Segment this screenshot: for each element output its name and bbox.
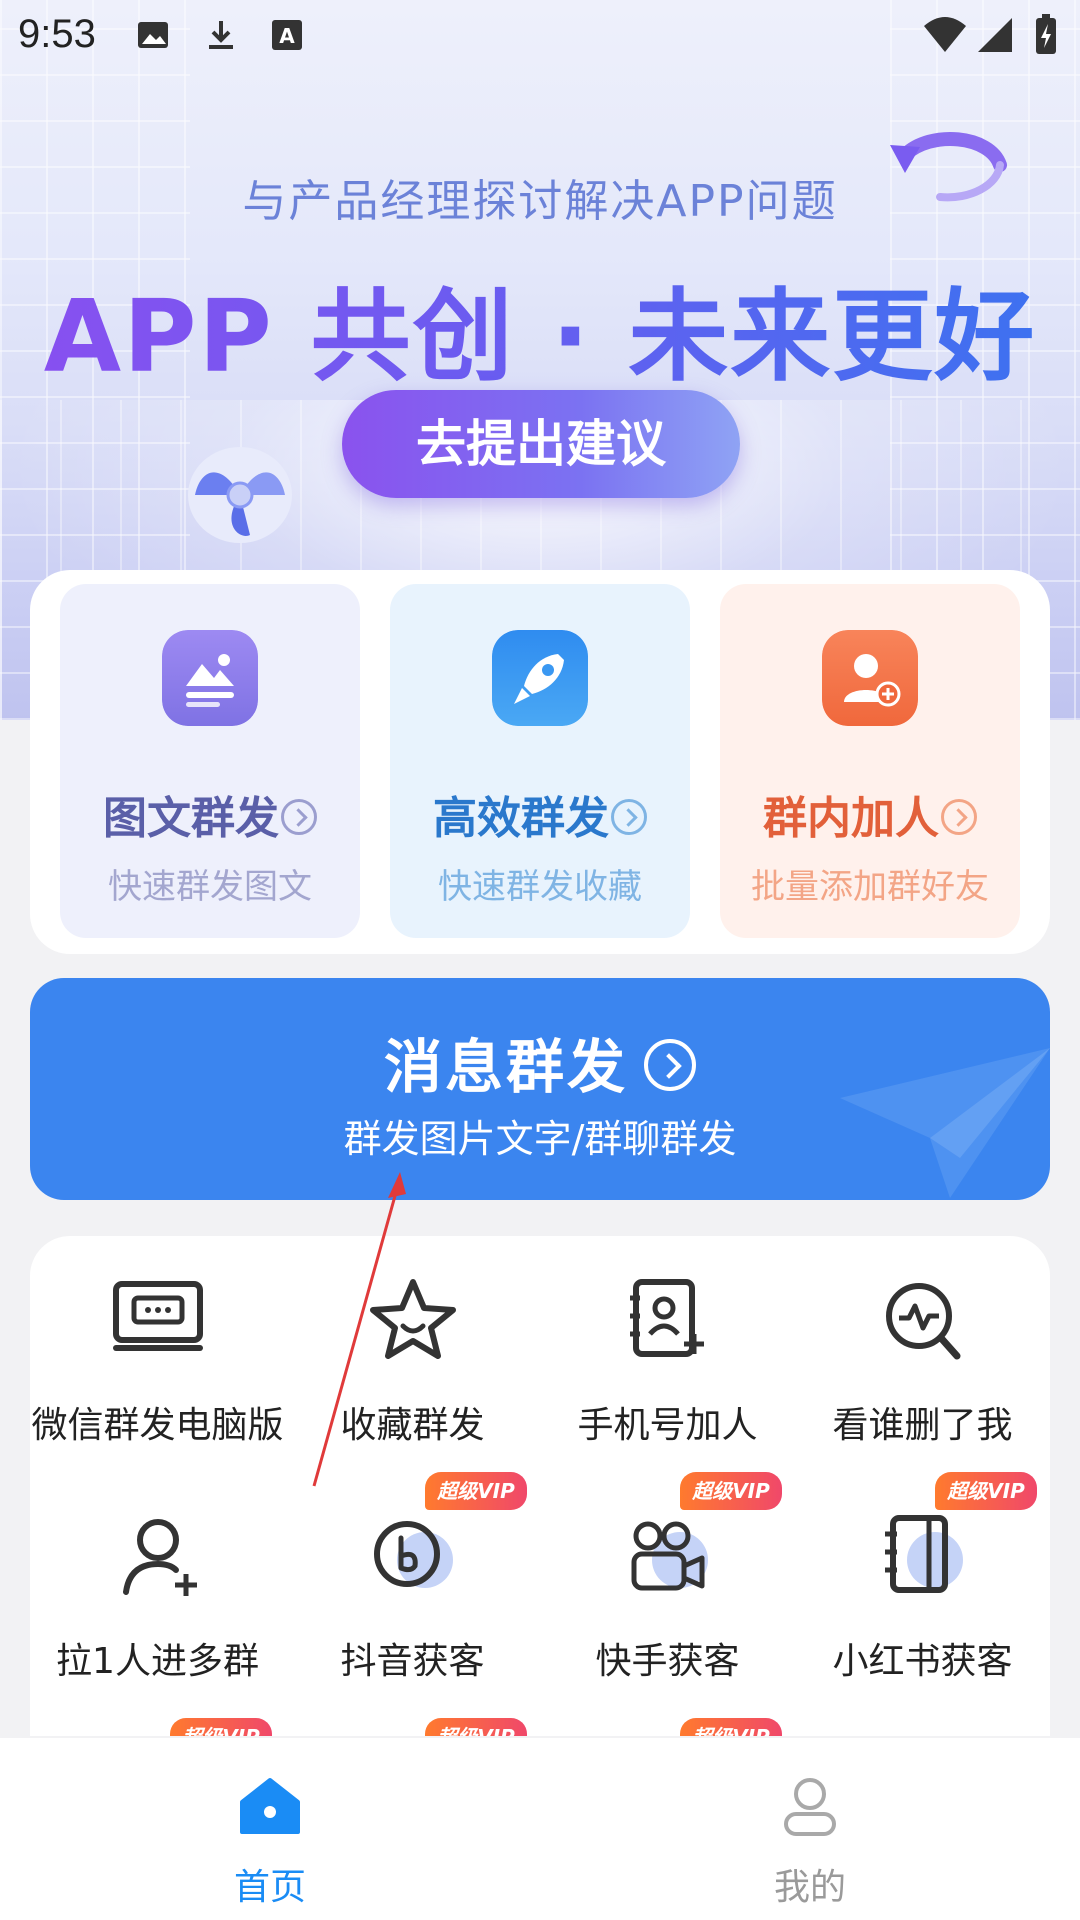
image-icon [162, 630, 258, 726]
hero-title: APP 共创 · 未来更好 [0, 255, 1080, 400]
feature-title: 群内加人 [720, 782, 1020, 846]
douyin-icon [374, 1521, 453, 1588]
tool-label: 手机号加人 [577, 1405, 758, 1446]
bottom-nav: 首页 我的 [0, 1738, 1080, 1920]
tool-label: 小红书获客 [832, 1641, 1013, 1682]
tool-label: 抖音获客 [340, 1641, 485, 1682]
profile-icon [784, 1778, 836, 1836]
vip-badge: 超级VIP [680, 1718, 782, 1736]
tool-douyin-leads[interactable]: 超级VIP 抖音获客 [285, 1472, 540, 1702]
star-icon [370, 1279, 456, 1359]
tool-who-deleted-me[interactable]: 看谁删了我 [795, 1236, 1050, 1466]
tool-kuaishou-leads[interactable]: 超级VIP 快手获客 [540, 1472, 795, 1702]
tool-phone-add[interactable]: 手机号加人 [540, 1236, 795, 1466]
nav-label: 我的 [773, 1867, 846, 1908]
nav-profile[interactable]: 我的 [540, 1738, 1080, 1920]
chevron-right-icon [644, 1038, 696, 1091]
status-bar: 9:53 A [0, 0, 1080, 72]
vip-badge: 超级VIP [425, 1472, 527, 1510]
feature-desc: 快速群发收藏 [438, 867, 642, 907]
monitor-icon [113, 1281, 203, 1351]
chevron-right-icon [281, 799, 317, 835]
message-broadcast-subtitle: 群发图片文字/群聊群发 [343, 1117, 737, 1161]
add-user-icon [822, 630, 918, 726]
home-icon [240, 1778, 300, 1834]
chevron-right-icon [941, 799, 977, 835]
feature-desc: 批量添加群好友 [751, 867, 989, 907]
feature-card: 图文群发 快速群发图文 高效群发 快速群发收藏 群内加人 批量添加群好友 [30, 570, 1050, 954]
tool-label: 快手获客 [595, 1641, 740, 1682]
tool-xiaohongshu-leads[interactable]: 超级VIP 小红书获客 [795, 1472, 1050, 1702]
tool-label: 微信群发电脑版 [31, 1405, 284, 1446]
hero-subtitle: 与产品经理探讨解决APP问题 [242, 176, 838, 227]
tools-grid: 微信群发电脑版 收藏群发 手机号加人 看谁删了我 拉1人进多群 超级VIP 抖音… [30, 1236, 1050, 1736]
font-a-icon: A [272, 20, 302, 50]
feature-image-broadcast[interactable]: 图文群发 快速群发图文 [60, 584, 360, 938]
add-person-icon [123, 1519, 197, 1596]
feature-desc: 快速群发图文 [108, 867, 312, 907]
vip-badge: 超级VIP [425, 1718, 527, 1736]
feature-title: 高效群发 [390, 782, 690, 846]
wifi-icon [924, 17, 966, 52]
message-broadcast-title: 消息群发 [30, 1020, 1050, 1104]
tool-favorites-broadcast[interactable]: 收藏群发 [285, 1236, 540, 1466]
vip-badge: 超级VIP [935, 1472, 1037, 1510]
tool-pull-into-groups[interactable]: 拉1人进多群 [30, 1472, 285, 1702]
fan-icon [188, 447, 292, 543]
chevron-right-icon [611, 799, 647, 835]
notebook-icon [885, 1515, 963, 1593]
nav-label: 首页 [233, 1867, 306, 1908]
signal-icon [978, 18, 1012, 52]
status-time: 9:53 [18, 12, 96, 56]
contact-book-icon [630, 1279, 704, 1357]
tool-wechat-pc[interactable]: 微信群发电脑版 [30, 1236, 285, 1466]
message-broadcast-banner[interactable]: 消息群发 群发图片文字/群聊群发 [30, 978, 1050, 1200]
feature-group-add-people[interactable]: 群内加人 批量添加群好友 [720, 584, 1020, 938]
svg-text:A: A [279, 24, 295, 48]
nav-home[interactable]: 首页 [0, 1738, 540, 1920]
battery-icon [1036, 14, 1056, 54]
vip-badge: 超级VIP [170, 1718, 272, 1736]
suggest-button[interactable]: 去提出建议 [342, 390, 740, 498]
feature-efficient-broadcast[interactable]: 高效群发 快速群发收藏 [390, 584, 690, 938]
vip-badge: 超级VIP [680, 1472, 782, 1510]
tool-label: 看谁删了我 [832, 1405, 1013, 1446]
download-icon [209, 21, 233, 49]
rocket-icon [492, 630, 588, 726]
tool-label: 拉1人进多群 [56, 1641, 259, 1682]
video-camera-icon [631, 1521, 708, 1591]
search-pulse-icon [886, 1283, 961, 1360]
feature-title: 图文群发 [60, 782, 360, 846]
gallery-icon [138, 22, 168, 48]
tool-label: 收藏群发 [340, 1405, 485, 1446]
